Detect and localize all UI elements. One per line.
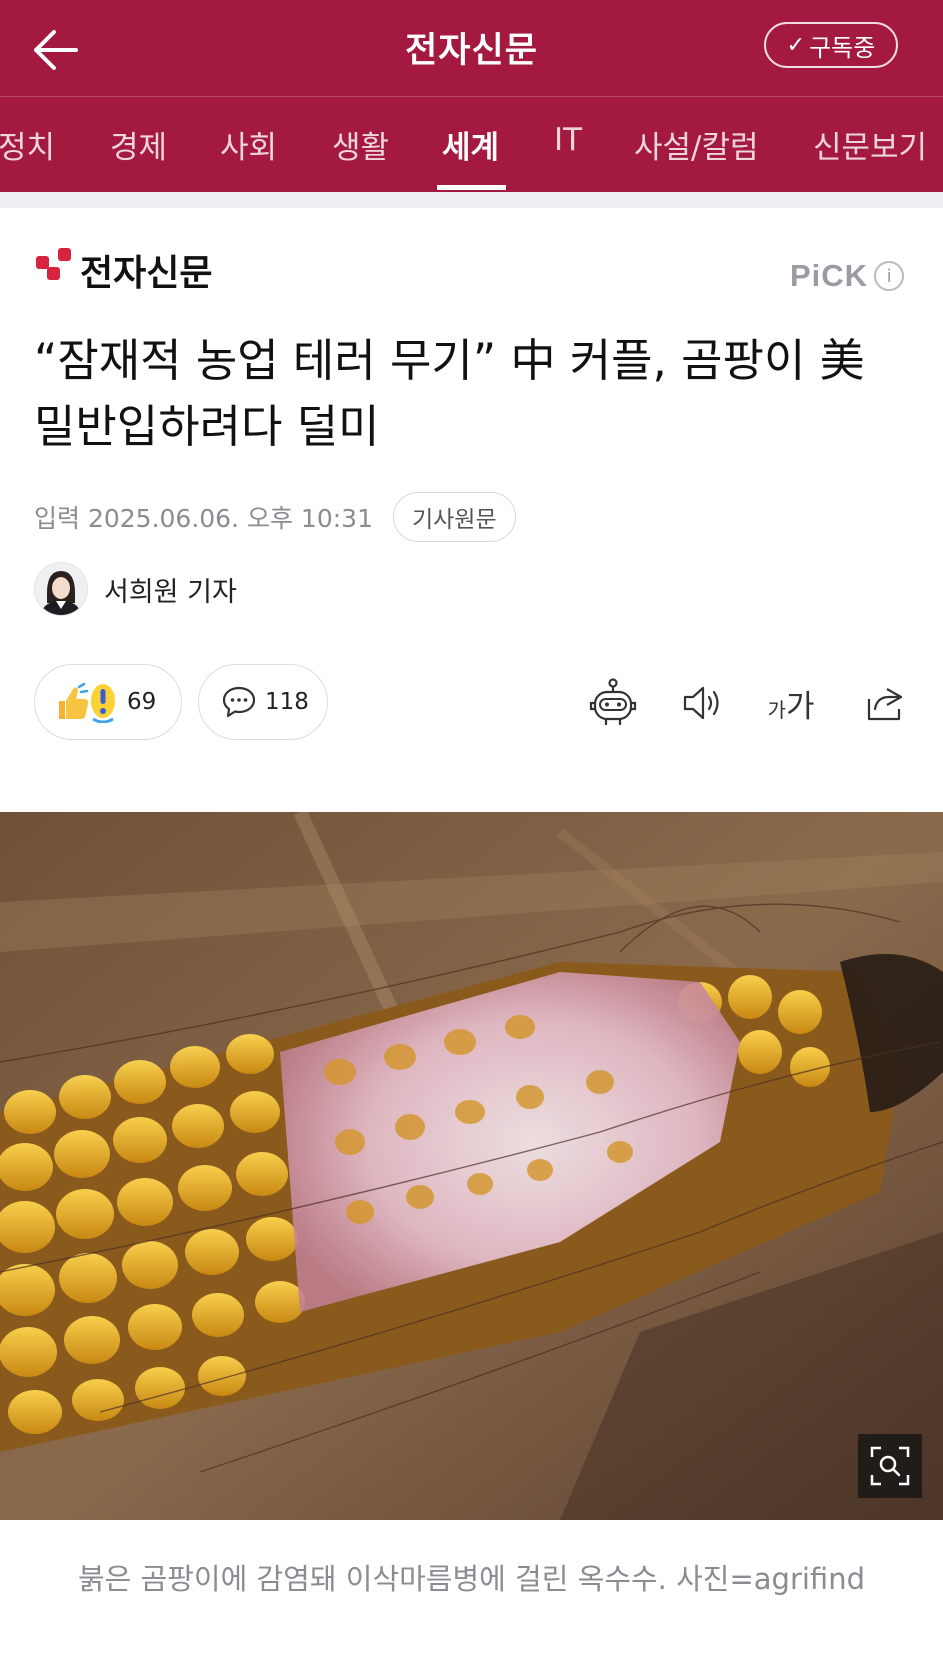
subscribe-label: 구독중	[809, 33, 876, 62]
comment-icon	[222, 686, 256, 718]
photo-caption: 붉은 곰팡이에 감염돼 이삭마름병에 걸린 옥수수. 사진=agrifind	[77, 1562, 865, 1596]
article-headline: “잠재적 농업 테러 무기” 中 커플, 곰팡이 美 밀반입하려다 덜미	[34, 334, 865, 453]
check-icon: ✓	[786, 32, 806, 58]
tab-it[interactable]: IT	[554, 122, 582, 158]
press-logo[interactable]: 전자신문	[34, 244, 212, 296]
zoom-photo-button[interactable]	[858, 1434, 922, 1498]
tab-opinion[interactable]: 사설/칼럼	[634, 122, 759, 167]
section-tabs: 정치 경제 사회 생활 세계 IT 사설/칼럼 신문보기	[0, 96, 943, 192]
tab-politics[interactable]: 정치	[0, 122, 55, 167]
zoom-icon	[870, 1446, 910, 1486]
tab-newspaper[interactable]: 신문보기	[813, 122, 927, 167]
original-article-button[interactable]: 기사원문	[392, 492, 516, 542]
reporter-name: 서희원 기자	[104, 576, 237, 608]
press-name: 전자신문	[80, 253, 213, 294]
tab-economy[interactable]: 경제	[110, 122, 167, 167]
reaction-button[interactable]: 69	[34, 664, 182, 740]
app-header: 전자신문 ✓ 구독중 정치 경제 사회 생활 세계 IT 사설/칼럼 신문보기	[0, 0, 943, 192]
reporter-info[interactable]: 서희원 기자	[34, 562, 237, 616]
share-button[interactable]	[858, 676, 912, 730]
comment-count: 118	[265, 689, 309, 715]
section-gap	[0, 192, 943, 208]
font-size-large: 가	[785, 688, 815, 725]
speaker-icon	[683, 686, 719, 720]
subscribe-button[interactable]: ✓ 구독중	[764, 22, 898, 68]
article-photo[interactable]	[0, 812, 943, 1520]
corn-photo	[0, 812, 943, 1520]
pick-badge[interactable]: PiCK i	[790, 258, 905, 294]
tab-society[interactable]: 사회	[220, 122, 277, 167]
reaction-count: 69	[127, 689, 157, 715]
tab-world[interactable]: 세계	[442, 122, 499, 167]
font-size-button[interactable]: 가가	[764, 676, 818, 730]
summary-bot-button[interactable]	[586, 676, 640, 730]
font-size-icon: 가가	[768, 681, 815, 726]
pick-label: PiCK	[790, 258, 869, 293]
info-icon[interactable]: i	[874, 261, 905, 291]
reaction-icon	[59, 682, 115, 723]
font-size-small: 가	[767, 697, 786, 722]
tab-life[interactable]: 생활	[332, 122, 389, 167]
article-meta: 입력 2025.06.06. 오후 10:31 기사원문	[34, 492, 516, 542]
press-logo-mark	[36, 248, 71, 280]
share-icon	[867, 688, 903, 721]
text-to-speech-button[interactable]	[676, 676, 730, 730]
summary-bot-icon	[589, 678, 637, 725]
comment-button[interactable]: 118	[198, 664, 328, 740]
publish-date: 입력 2025.06.06. 오후 10:31	[34, 504, 373, 533]
avatar	[34, 562, 88, 616]
active-tab-indicator	[437, 185, 506, 190]
